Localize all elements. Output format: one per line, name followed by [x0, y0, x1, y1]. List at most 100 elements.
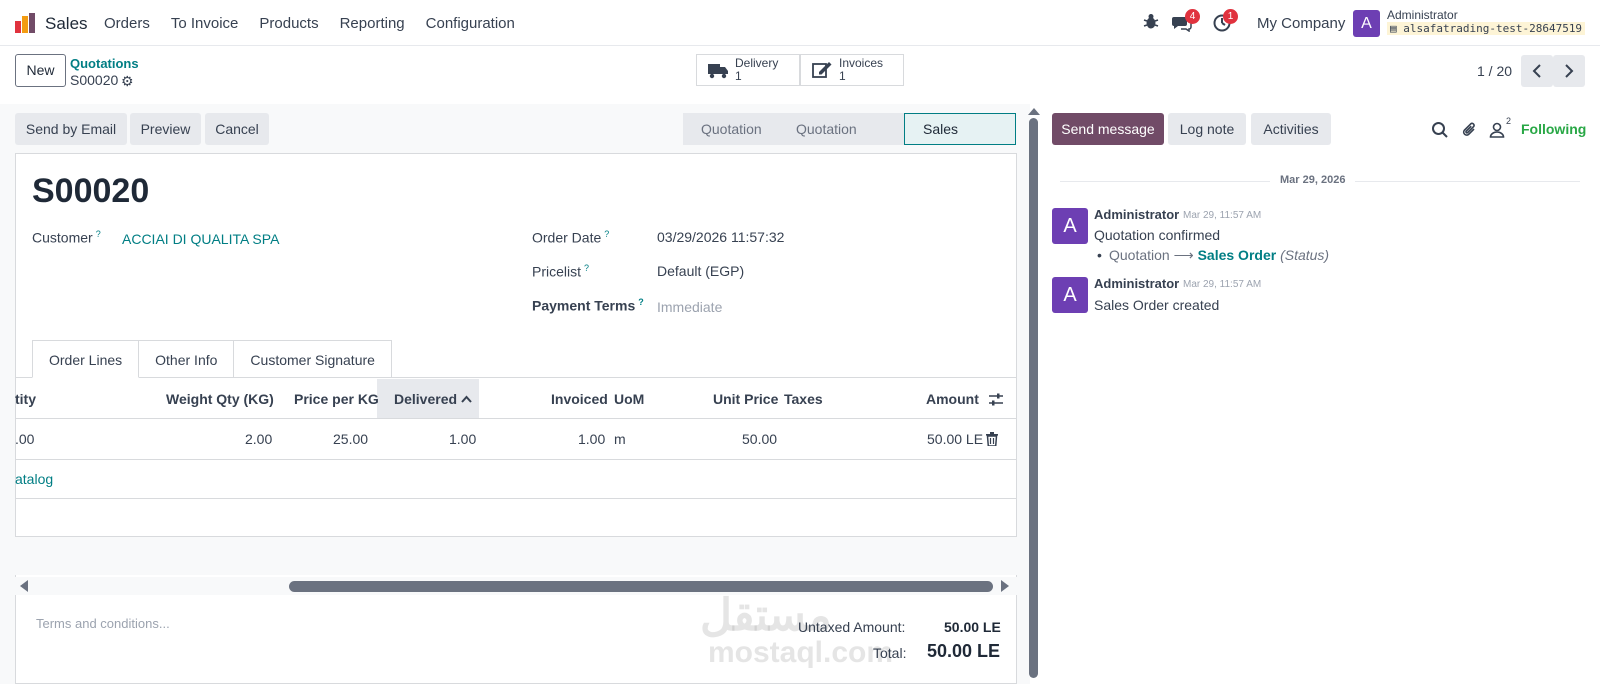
delivery-count: 1	[735, 69, 742, 83]
pricelist-field[interactable]: Default (EGP)	[657, 263, 744, 279]
col-quantity[interactable]: tity	[15, 391, 36, 407]
tab-other-info[interactable]: Other Info	[139, 340, 235, 378]
send-message-button[interactable]: Send message	[1052, 113, 1164, 145]
tab-order-lines[interactable]: Order Lines	[32, 340, 140, 378]
customer-help-icon[interactable]: ?	[96, 229, 101, 239]
cell-unit-price[interactable]: 50.00	[742, 431, 777, 447]
bug-icon[interactable]	[1142, 12, 1160, 30]
row-divider	[15, 459, 1017, 460]
customer-field[interactable]: ACCIAI DI QUALITA SPA	[122, 231, 279, 247]
menu-reporting[interactable]: Reporting	[340, 15, 405, 32]
message-avatar[interactable]: A	[1052, 208, 1088, 244]
search-icon[interactable]	[1431, 121, 1449, 139]
terms-conditions-field[interactable]: Terms and conditions...	[36, 616, 170, 631]
messaging-menu[interactable]: 4	[1172, 9, 1200, 32]
total-label: Total:	[873, 645, 907, 661]
chevron-left-icon	[1532, 64, 1541, 78]
untaxed-amount-value: 50.00 LE	[944, 619, 1001, 635]
scroll-up-arrow[interactable]	[1028, 108, 1040, 115]
payment-terms-label-text: Payment Terms	[532, 297, 636, 314]
user-name[interactable]: Administrator	[1387, 8, 1458, 22]
activity-menu[interactable]: 1	[1213, 9, 1238, 32]
app-name[interactable]: Sales	[45, 14, 88, 34]
invoices-count: 1	[839, 69, 846, 83]
order-date-label-text: Order Date	[532, 229, 602, 246]
pager-next-button[interactable]	[1553, 55, 1585, 87]
order-reference-title: S00020	[32, 172, 150, 210]
col-amount[interactable]: Amount	[926, 391, 979, 407]
vertical-scrollbar-thumb[interactable]	[1029, 118, 1038, 678]
user-avatar[interactable]: A	[1353, 10, 1380, 37]
stage-quotation-sent[interactable]: Quotation Sent	[778, 113, 904, 169]
col-invoiced[interactable]: Invoiced	[551, 391, 608, 407]
message-avatar[interactable]: A	[1052, 277, 1088, 313]
gear-icon[interactable]: ⚙	[121, 73, 134, 90]
message-author[interactable]: Administrator	[1094, 276, 1179, 291]
menu-products[interactable]: Products	[259, 15, 318, 32]
delivery-smart-button[interactable]: Delivery 1	[696, 54, 800, 86]
log-note-button[interactable]: Log note	[1168, 113, 1246, 145]
pencil-square-icon	[812, 62, 832, 78]
cancel-button[interactable]: Cancel	[205, 113, 269, 145]
new-button[interactable]: New	[15, 54, 66, 87]
col-taxes[interactable]: Taxes	[784, 391, 823, 407]
pricelist-label: Pricelist?	[532, 263, 589, 280]
menu-to-invoice[interactable]: To Invoice	[171, 15, 239, 32]
col-weight-qty[interactable]: Weight Qty (KG)	[166, 391, 274, 407]
stage-quotation[interactable]: Quotation	[683, 113, 778, 145]
payment-terms-label: Payment Terms?	[532, 297, 644, 314]
col-price-per-kg[interactable]: Price per KG	[294, 391, 379, 407]
col-unit-price[interactable]: Unit Price	[713, 391, 778, 407]
tab-customer-signature[interactable]: Customer Signature	[234, 340, 392, 378]
column-settings-icon[interactable]	[988, 392, 1004, 407]
cell-invoiced[interactable]: 1.00	[578, 431, 605, 447]
send-by-email-button[interactable]: Send by Email	[15, 113, 127, 145]
company-switcher[interactable]: My Company	[1257, 15, 1345, 32]
invoices-smart-button[interactable]: Invoices 1	[800, 54, 904, 86]
cell-price-per-kg[interactable]: 25.00	[333, 431, 368, 447]
cell-uom[interactable]: m	[614, 431, 626, 447]
chatter-panel	[1040, 104, 1600, 684]
following-button[interactable]: Following	[1521, 121, 1586, 137]
watermark-latin: mostaql.com	[708, 636, 894, 669]
sales-app-logo[interactable]	[14, 12, 36, 34]
paperclip-icon[interactable]	[1461, 121, 1479, 139]
database-tag: ▤ alsafatrading-test-28647519	[1387, 22, 1586, 35]
cell-quantity[interactable]: .00	[15, 431, 34, 447]
payment-terms-field[interactable]: Immediate	[657, 299, 722, 315]
pricelist-help-icon[interactable]: ?	[584, 263, 589, 273]
message-author[interactable]: Administrator	[1094, 207, 1179, 222]
chevron-right-icon	[1565, 64, 1574, 78]
pager-value[interactable]: 1 / 20	[1477, 63, 1512, 79]
catalog-link[interactable]: atalog	[15, 471, 53, 487]
col-delivered[interactable]: Delivered	[394, 391, 457, 407]
database-icon: ▤	[1390, 22, 1404, 35]
payment-terms-help-icon[interactable]: ?	[638, 297, 644, 307]
scroll-left-arrow[interactable]	[20, 580, 28, 592]
customer-label: Customer?	[32, 229, 101, 246]
message-date: Mar 29, 11:57 AM	[1183, 279, 1262, 290]
followers-icon[interactable]	[1488, 121, 1506, 139]
tracking-value: • Quotation ⟶ Sales Order (Status)	[1097, 247, 1329, 264]
horizontal-scrollbar-thumb[interactable]	[289, 581, 993, 592]
cell-amount[interactable]: 50.00 LE	[927, 431, 983, 447]
breadcrumb-current: S00020	[70, 72, 119, 88]
followers-count: 2	[1506, 116, 1512, 126]
cell-delivered[interactable]: 1.00	[449, 431, 476, 447]
cell-weight-qty[interactable]: 2.00	[245, 431, 272, 447]
breadcrumb-quotations[interactable]: Quotations	[70, 56, 139, 71]
scroll-right-arrow[interactable]	[1001, 580, 1009, 592]
activities-button[interactable]: Activities	[1251, 113, 1331, 145]
col-uom[interactable]: UoM	[614, 391, 644, 407]
menu-configuration[interactable]: Configuration	[426, 15, 515, 32]
stage-sales-order[interactable]: Sales Order	[904, 113, 1016, 167]
trash-icon[interactable]	[986, 432, 998, 446]
preview-button[interactable]: Preview	[130, 113, 201, 145]
truck-icon	[708, 64, 728, 79]
status-bar: Quotation Quotation Sent Sales Order	[683, 113, 1016, 169]
menu-orders[interactable]: Orders	[104, 15, 150, 32]
order-date-field[interactable]: 03/29/2026 11:57:32	[657, 229, 784, 245]
pager-previous-button[interactable]	[1521, 55, 1553, 87]
tracking-new-value: Sales Order	[1197, 247, 1277, 263]
order-date-help-icon[interactable]: ?	[604, 229, 609, 239]
